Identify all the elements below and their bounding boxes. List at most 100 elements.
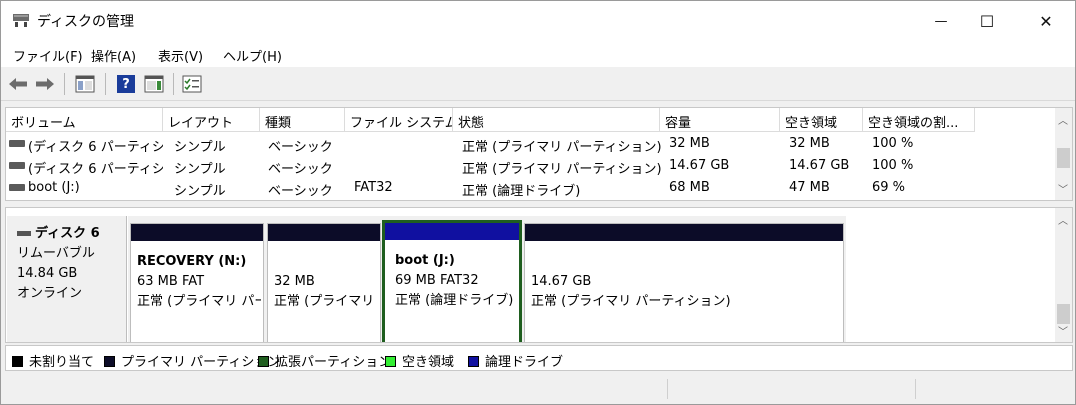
partition-boot-j[interactable]: boot (J:) 69 MB FAT32 正常 (論理ドライブ): [382, 220, 522, 342]
legend-label: 論理ドライブ: [485, 355, 564, 370]
cell-percent-free: 69 %: [872, 180, 906, 195]
close-icon: ✕: [1039, 11, 1053, 31]
partition-14-67gb[interactable]: 14.67 GB 正常 (プライマリ パーティション): [524, 223, 844, 342]
status-bar: [5, 375, 1073, 403]
status-pane-divider: [667, 379, 668, 399]
legend-label: 空き領域: [402, 355, 455, 370]
show-hide-console-tree-button[interactable]: [74, 74, 96, 94]
legend-swatch: [104, 356, 115, 367]
primary-partition-bar: [131, 224, 263, 241]
maximize-icon: ☐: [979, 11, 995, 31]
disk-graphical-view: ディスク 6 リムーバブル 14.84 GB オンライン RECOVERY (N…: [5, 207, 1073, 343]
toolbar-separator: [64, 73, 65, 95]
menu-view[interactable]: 表示(V): [158, 46, 203, 65]
column-header-free-space[interactable]: 空き領域: [780, 108, 863, 132]
toolbar-separator: [105, 73, 106, 95]
primary-partition-bar: [268, 224, 380, 241]
maximize-button[interactable]: ☐: [964, 1, 1010, 41]
legend-free-space: 空き領域: [385, 351, 454, 370]
cell-volume: (ディスク 6 パーティショ...: [28, 140, 163, 155]
close-button[interactable]: ✕: [1023, 1, 1069, 41]
partition-32mb[interactable]: 32 MB 正常 (プライマリ: [267, 223, 381, 342]
forward-button[interactable]: [34, 74, 56, 94]
menu-help[interactable]: ヘルプ(H): [223, 46, 282, 65]
disk-name: ディスク 6: [35, 226, 100, 241]
scroll-up-icon[interactable]: ︿: [1058, 112, 1068, 127]
back-button[interactable]: [7, 74, 29, 94]
partition-label: boot (J:): [395, 253, 455, 268]
legend-label: プライマリ パーティション: [121, 355, 281, 370]
cell-type: ベーシック: [268, 162, 333, 177]
column-header-capacity[interactable]: 容量: [660, 108, 780, 132]
scroll-thumb[interactable]: [1057, 304, 1070, 324]
volume-icon: [9, 162, 25, 169]
column-header-percent-free[interactable]: 空き領域の割...: [863, 108, 975, 132]
column-header-type[interactable]: 種類: [260, 108, 345, 132]
disk-view-scrollbar[interactable]: ︿ ﹀: [1055, 208, 1072, 342]
legend: 未割り当て プライマリ パーティション 拡張パーティション 空き領域 論理ドライ…: [5, 345, 1073, 371]
disk-info-panel[interactable]: ディスク 6 リムーバブル 14.84 GB オンライン: [7, 216, 127, 342]
cell-capacity: 32 MB: [669, 136, 710, 151]
help-button[interactable]: ?: [115, 74, 137, 94]
partition-size: 69 MB FAT32: [395, 273, 479, 288]
partition-status: 正常 (プライマリ: [274, 294, 375, 309]
cell-volume: (ディスク 6 パーティショ...: [28, 162, 163, 177]
legend-swatch: [385, 356, 396, 367]
cell-status: 正常 (プライマリ パーティション): [462, 140, 662, 155]
menu-bar: ファイル(F) 操作(A) 表示(V) ヘルプ(H): [1, 41, 1075, 67]
minimize-icon: —: [934, 13, 948, 29]
scroll-down-icon[interactable]: ﹀: [1058, 181, 1068, 196]
cell-layout: シンプル: [174, 184, 226, 199]
volume-icon: [9, 140, 25, 147]
partition-label: [531, 252, 841, 272]
scroll-thumb[interactable]: [1057, 148, 1070, 168]
legend-logical-drive: 論理ドライブ: [468, 351, 563, 370]
column-header-status[interactable]: 状態: [453, 108, 660, 132]
cell-status: 正常 (プライマリ パーティション): [462, 162, 662, 177]
scroll-down-icon[interactable]: ﹀: [1058, 323, 1068, 338]
cell-percent-free: 100 %: [872, 158, 914, 173]
cell-capacity: 68 MB: [669, 180, 710, 195]
column-header-layout[interactable]: レイアウト: [163, 108, 260, 132]
partition-recovery[interactable]: RECOVERY (N:) 63 MB FAT 正常 (プライマリ パーテ: [130, 223, 264, 342]
toolbar-separator: [173, 73, 174, 95]
properties-button[interactable]: [181, 74, 203, 94]
menu-action[interactable]: 操作(A): [91, 46, 136, 65]
cell-free-space: 47 MB: [789, 180, 830, 195]
partition-size: 32 MB: [274, 274, 315, 289]
show-hide-action-pane-button[interactable]: [143, 74, 165, 94]
disk-icon: [17, 231, 31, 236]
cell-type: ベーシック: [268, 184, 333, 199]
forward-arrow-icon: [36, 78, 54, 90]
disk-size: 14.84 GB: [17, 266, 78, 281]
table-row[interactable]: (ディスク 6 パーティショ... シンプル ベーシック 正常 (プライマリ パ…: [6, 133, 1056, 155]
disk-management-window: ディスクの管理 — ☐ ✕ ファイル(F) 操作(A) 表示(V) ヘルプ(H): [0, 0, 1076, 405]
cell-volume: boot (J:): [28, 180, 80, 195]
cell-filesystem: FAT32: [354, 180, 393, 195]
cell-layout: シンプル: [174, 162, 226, 177]
table-row[interactable]: boot (J:) シンプル ベーシック FAT32 正常 (論理ドライブ) 6…: [6, 177, 1056, 199]
cell-free-space: 14.67 GB: [789, 158, 850, 173]
partition-status: 正常 (プライマリ パーテ: [137, 294, 261, 309]
logical-drive-bar: [385, 223, 519, 240]
legend-label: 拡張パーティション: [275, 355, 392, 370]
column-header-volume[interactable]: ボリューム: [6, 108, 163, 132]
disk-status: オンライン: [17, 286, 83, 301]
scroll-up-icon[interactable]: ︿: [1058, 212, 1068, 227]
legend-swatch: [468, 356, 479, 367]
cell-layout: シンプル: [174, 140, 226, 155]
cell-free-space: 32 MB: [789, 136, 830, 151]
legend-swatch: [12, 356, 23, 367]
back-arrow-icon: [9, 78, 27, 90]
menu-file[interactable]: ファイル(F): [13, 46, 83, 65]
minimize-button[interactable]: —: [918, 1, 964, 41]
volume-list[interactable]: ボリューム レイアウト 種類 ファイル システム 状態 容量 空き領域 空き領域…: [5, 107, 1073, 201]
console-tree-icon: [75, 75, 95, 93]
legend-swatch: [258, 356, 269, 367]
properties-checklist-icon: [182, 75, 202, 93]
cell-percent-free: 100 %: [872, 136, 914, 151]
cell-status: 正常 (論理ドライブ): [462, 184, 581, 199]
column-header-filesystem[interactable]: ファイル システム: [345, 108, 453, 132]
table-row[interactable]: (ディスク 6 パーティショ... シンプル ベーシック 正常 (プライマリ パ…: [6, 155, 1056, 177]
volume-list-scrollbar[interactable]: ︿ ﹀: [1055, 108, 1072, 200]
